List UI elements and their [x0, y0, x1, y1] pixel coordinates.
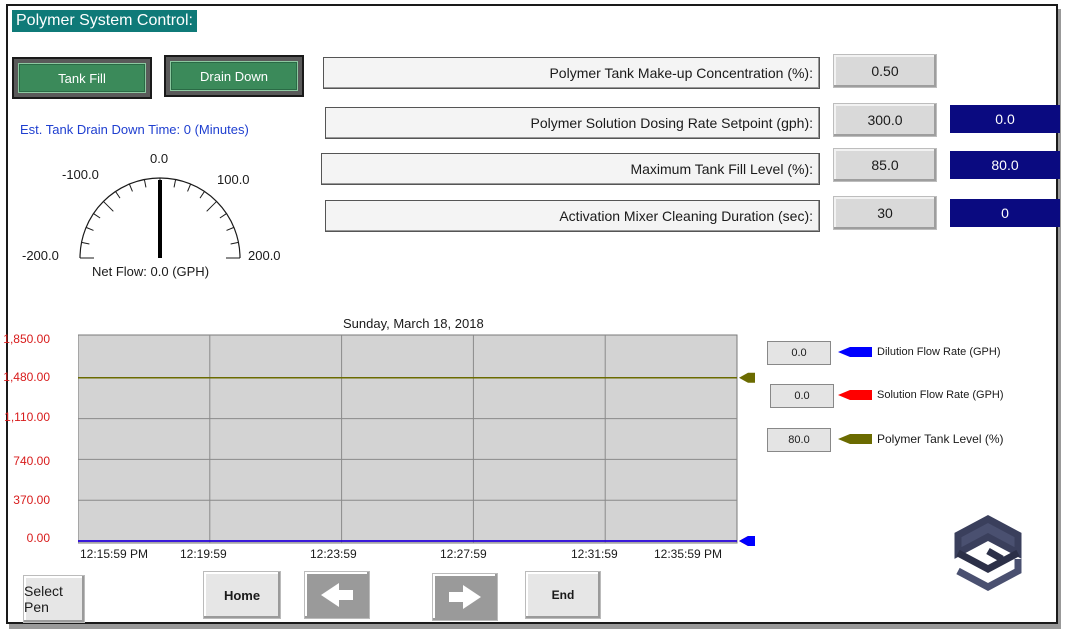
page-title: Polymer System Control:	[12, 10, 197, 32]
param-setpoint-cleaning-duration[interactable]: 30	[833, 196, 937, 230]
y-tick-label: 370.00	[13, 493, 50, 507]
x-tick-label: 12:23:59	[310, 547, 357, 561]
param-label-cleaning-duration: Activation Mixer Cleaning Duration (sec)…	[325, 200, 820, 232]
y-tick-label: 740.00	[13, 454, 50, 468]
y-tick-label: 1,480.00	[3, 370, 50, 384]
gauge-tick	[199, 191, 205, 199]
param-label-dosing-rate: Polymer Solution Dosing Rate Setpoint (g…	[325, 107, 820, 139]
pen-value-dilution: 0.0	[767, 341, 831, 365]
drain-time-label: Est. Tank Drain Down Time: 0 (Minutes)	[20, 122, 249, 137]
gauge-tick	[219, 213, 227, 219]
gauge-tick	[173, 179, 177, 188]
pen-swatch-solution-icon	[838, 390, 872, 400]
y-tick-label: 1,850.00	[3, 332, 50, 346]
y-tick-label: 1,110.00	[4, 410, 50, 424]
next-button[interactable]	[432, 573, 498, 621]
trend-chart[interactable]	[78, 333, 758, 548]
gauge-tick	[115, 191, 121, 199]
pen-swatch-dilution-icon	[838, 347, 872, 357]
end-button[interactable]: End	[525, 571, 601, 619]
gauge-caption: Net Flow: 0.0 (GPH)	[92, 264, 210, 279]
param-actual-dosing-rate: 0.0	[950, 105, 1060, 133]
x-tick-label: 12:35:59 PM	[654, 547, 723, 561]
trend-date: Sunday, March 18, 2018	[343, 316, 484, 331]
company-logo-icon	[954, 515, 1022, 591]
home-button[interactable]: Home	[203, 571, 281, 619]
gauge-tick	[187, 183, 192, 192]
pen-name-solution: Solution Flow Rate (GPH)	[877, 389, 1004, 401]
left-arrow-icon	[321, 583, 353, 607]
pen-value-tank-level: 80.0	[767, 428, 831, 452]
right-arrow-icon	[449, 585, 481, 609]
param-actual-max-fill: 80.0	[950, 151, 1060, 179]
tank-fill-label: Tank Fill	[18, 63, 146, 93]
pen-marker	[739, 372, 755, 383]
x-tick-label: 12:15:59 PM	[80, 547, 149, 561]
gauge-tick	[85, 226, 94, 231]
param-label-concentration: Polymer Tank Make-up Concentration (%):	[323, 57, 820, 89]
gauge-tick	[103, 201, 114, 212]
gauge-top-label: 0.0	[150, 151, 169, 166]
param-label-max-fill: Maximum Tank Fill Level (%):	[321, 153, 820, 185]
gauge-tick	[93, 213, 101, 219]
gauge-tick	[206, 201, 217, 212]
select-pen-button[interactable]: Select Pen	[23, 575, 85, 623]
drain-down-label: Drain Down	[170, 61, 298, 91]
x-tick-label: 12:19:59	[180, 547, 227, 561]
gauge-tick	[128, 183, 133, 192]
pen-name-tank-level: Polymer Tank Level (%)	[877, 432, 1004, 446]
param-setpoint-dosing-rate[interactable]: 300.0	[833, 103, 937, 137]
x-tick-label: 12:31:59	[571, 547, 618, 561]
gauge-tick	[81, 241, 90, 245]
x-tick-label: 12:27:59	[440, 547, 487, 561]
gauge-max-label: 200.0	[248, 248, 281, 263]
gauge-tick	[143, 179, 147, 188]
pen-marker	[739, 536, 755, 546]
drain-down-button[interactable]: Drain Down	[164, 55, 304, 97]
param-setpoint-concentration[interactable]: 0.50	[833, 54, 937, 88]
param-actual-cleaning-duration: 0	[950, 199, 1060, 227]
net-flow-gauge	[79, 177, 241, 259]
pen-name-dilution: Dilution Flow Rate (GPH)	[877, 346, 1001, 358]
gauge-min-label: -200.0	[22, 248, 59, 263]
gauge-tick	[230, 241, 239, 245]
trend-plot-area	[78, 334, 738, 544]
tank-fill-button[interactable]: Tank Fill	[12, 57, 152, 99]
prev-button[interactable]	[304, 571, 370, 619]
param-setpoint-max-fill[interactable]: 85.0	[833, 148, 937, 182]
pen-value-solution: 0.0	[770, 384, 834, 408]
pen-swatch-tank-level-icon	[838, 434, 872, 444]
y-tick-label: 0.00	[26, 531, 50, 545]
gauge-tick	[226, 226, 235, 231]
